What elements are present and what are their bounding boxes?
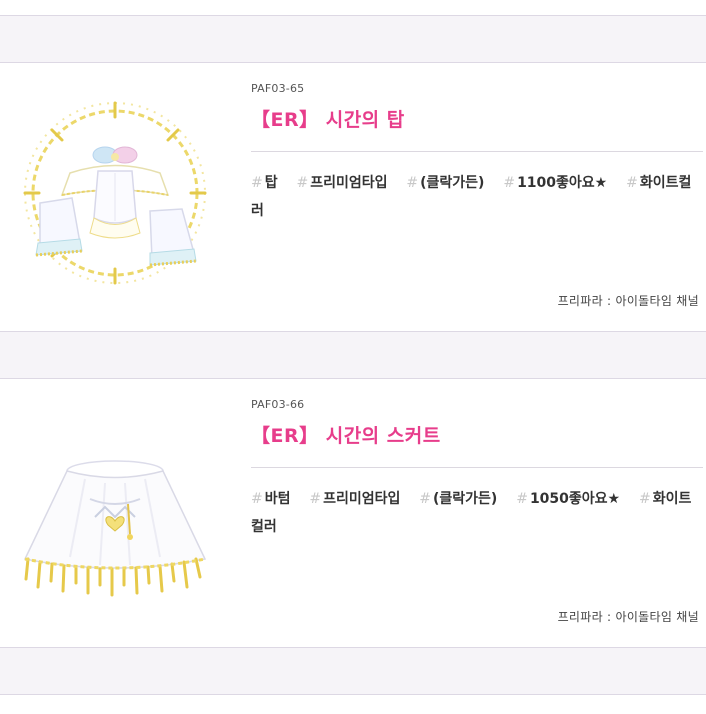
channel-label: 프리파라 : 아이돌타임 채널 bbox=[557, 610, 699, 624]
product-title[interactable]: 【ER】 시간의 탑 bbox=[251, 105, 405, 132]
product-image[interactable] bbox=[10, 93, 220, 303]
divider bbox=[251, 467, 703, 468]
clock-top-dress-icon bbox=[23, 101, 207, 285]
tag-list: # 탑 # 프리미엄타입 # (클락가든) #1100좋아요★ # 화이트컬러 bbox=[251, 169, 696, 225]
next-card-top bbox=[0, 694, 706, 714]
product-image[interactable] bbox=[10, 409, 220, 619]
tag-item[interactable]: #1050좋아요★ bbox=[516, 491, 620, 507]
tag-item[interactable]: # 프리미엄타입 bbox=[297, 175, 388, 191]
product-title[interactable]: 【ER】 시간의 스커트 bbox=[251, 421, 441, 448]
product-code: PAF03-65 bbox=[251, 82, 305, 95]
tag-list: # 바텀 # 프리미엄타입 # (클락가든) #1050좋아요★ # 화이트컬러 bbox=[251, 485, 696, 541]
tag-item[interactable]: # (클락가든) bbox=[419, 491, 497, 507]
product-code: PAF03-66 bbox=[251, 398, 305, 411]
tag-item[interactable]: # 탑 bbox=[251, 175, 278, 191]
divider bbox=[251, 151, 703, 152]
product-card[interactable]: PAF03-65 【ER】 시간의 탑 # 탑 # 프리미엄타입 # (클락가든) #… bbox=[0, 62, 706, 332]
tag-item[interactable]: # 바텀 bbox=[251, 491, 291, 507]
clock-skirt-icon bbox=[23, 460, 207, 597]
tag-item[interactable]: # 프리미엄타입 bbox=[309, 491, 400, 507]
channel-label: 프리파라 : 아이돌타임 채널 bbox=[557, 294, 699, 308]
previous-card-bottom bbox=[0, 0, 706, 16]
tag-item[interactable]: # (클락가든) bbox=[406, 175, 484, 191]
product-card[interactable]: PAF03-66 【ER】 시간의 스커트 # 바텀 # 프리미엄타입 # (클락가든… bbox=[0, 378, 706, 648]
tag-item[interactable]: #1100좋아요★ bbox=[503, 175, 607, 191]
